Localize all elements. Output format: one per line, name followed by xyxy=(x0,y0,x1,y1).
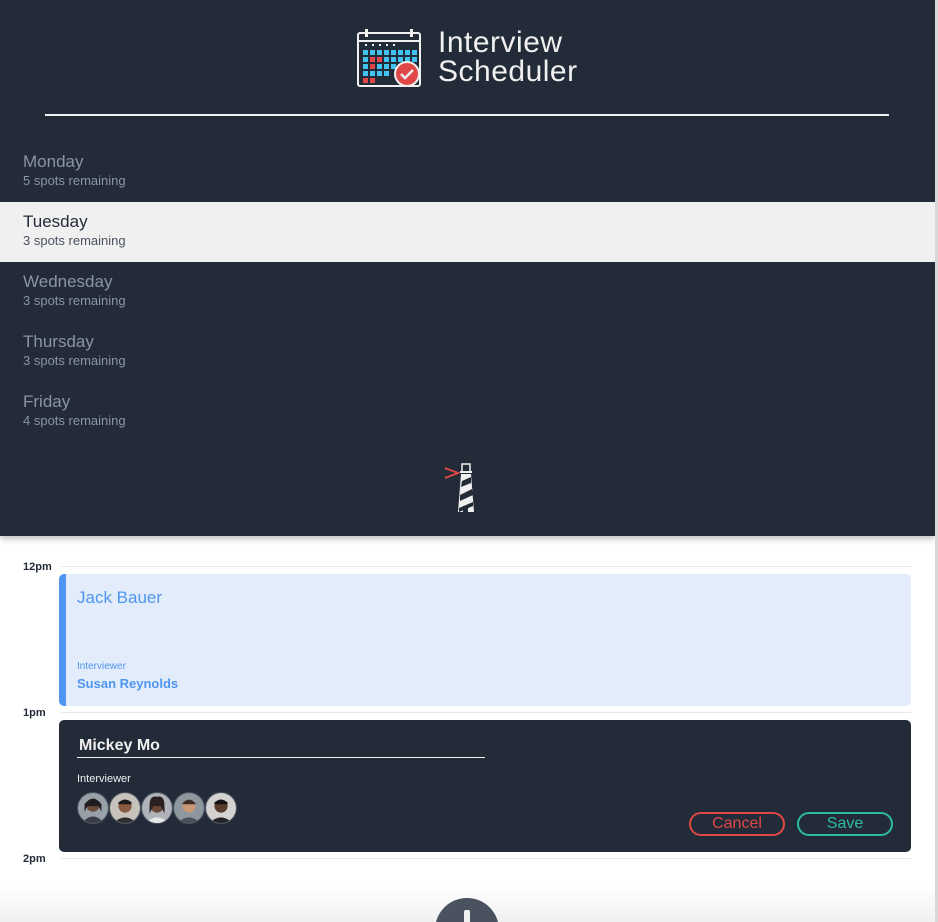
day-item-friday[interactable]: Friday 4 spots remaining xyxy=(0,382,935,442)
day-spots: 3 spots remaining xyxy=(23,353,126,368)
day-item-thursday[interactable]: Thursday 3 spots remaining xyxy=(0,322,935,382)
day-spots: 3 spots remaining xyxy=(23,233,126,248)
day-name: Friday xyxy=(23,392,71,411)
interviewer-avatar[interactable] xyxy=(205,792,237,824)
time-divider xyxy=(61,712,911,713)
lighthouse-icon xyxy=(444,463,474,512)
interviewer-avatar[interactable] xyxy=(109,792,141,824)
student-name-input[interactable] xyxy=(77,734,485,758)
plus-icon xyxy=(464,910,470,922)
time-divider xyxy=(61,566,911,567)
day-spots: 3 spots remaining xyxy=(23,293,126,308)
app-title: Interview Scheduler xyxy=(438,26,578,88)
header-divider xyxy=(45,114,889,116)
interviewer-list xyxy=(77,792,237,824)
calendar-check-icon xyxy=(357,29,421,87)
interviewer-avatar[interactable] xyxy=(77,792,109,824)
day-spots: 4 spots remaining xyxy=(23,413,126,428)
appointment-card[interactable]: Jack Bauer Interviewer Susan Reynolds xyxy=(59,574,911,706)
interviewer-avatar[interactable] xyxy=(141,792,173,824)
day-spots: 5 spots remaining xyxy=(23,173,126,188)
day-name: Thursday xyxy=(23,332,94,351)
appointment-form: Interviewer Cancel Save xyxy=(59,720,911,852)
day-name: Tuesday xyxy=(23,212,88,231)
day-item-tuesday[interactable]: Tuesday 3 spots remaining xyxy=(0,202,935,262)
save-button[interactable]: Save xyxy=(797,812,893,836)
app-brand: Interview Scheduler xyxy=(357,28,578,88)
day-item-wednesday[interactable]: Wednesday 3 spots remaining xyxy=(0,262,935,322)
time-label-2pm: 2pm xyxy=(23,853,46,865)
day-name: Wednesday xyxy=(23,272,113,291)
interviewer-avatar[interactable] xyxy=(173,792,205,824)
app-title-line2: Scheduler xyxy=(438,55,578,88)
time-divider xyxy=(61,858,911,859)
day-list: Monday 5 spots remaining Tuesday 3 spots… xyxy=(0,142,935,442)
day-name: Monday xyxy=(23,152,84,171)
appointment-interviewer-label: Interviewer xyxy=(77,661,126,672)
time-label-12pm: 12pm xyxy=(23,561,52,573)
day-item-monday[interactable]: Monday 5 spots remaining xyxy=(0,142,935,202)
sidebar: Interview Scheduler Monday 5 spots remai… xyxy=(0,0,935,536)
schedule: 12pm Jack Bauer Interviewer Susan Reynol… xyxy=(0,536,935,922)
cancel-button[interactable]: Cancel xyxy=(689,812,785,836)
appointment-student: Jack Bauer xyxy=(77,588,163,607)
time-label-1pm: 1pm xyxy=(23,707,46,719)
appointment-interviewer-name: Susan Reynolds xyxy=(77,676,179,691)
app-title-line1: Interview xyxy=(438,26,563,59)
interviewer-label: Interviewer xyxy=(77,773,131,785)
